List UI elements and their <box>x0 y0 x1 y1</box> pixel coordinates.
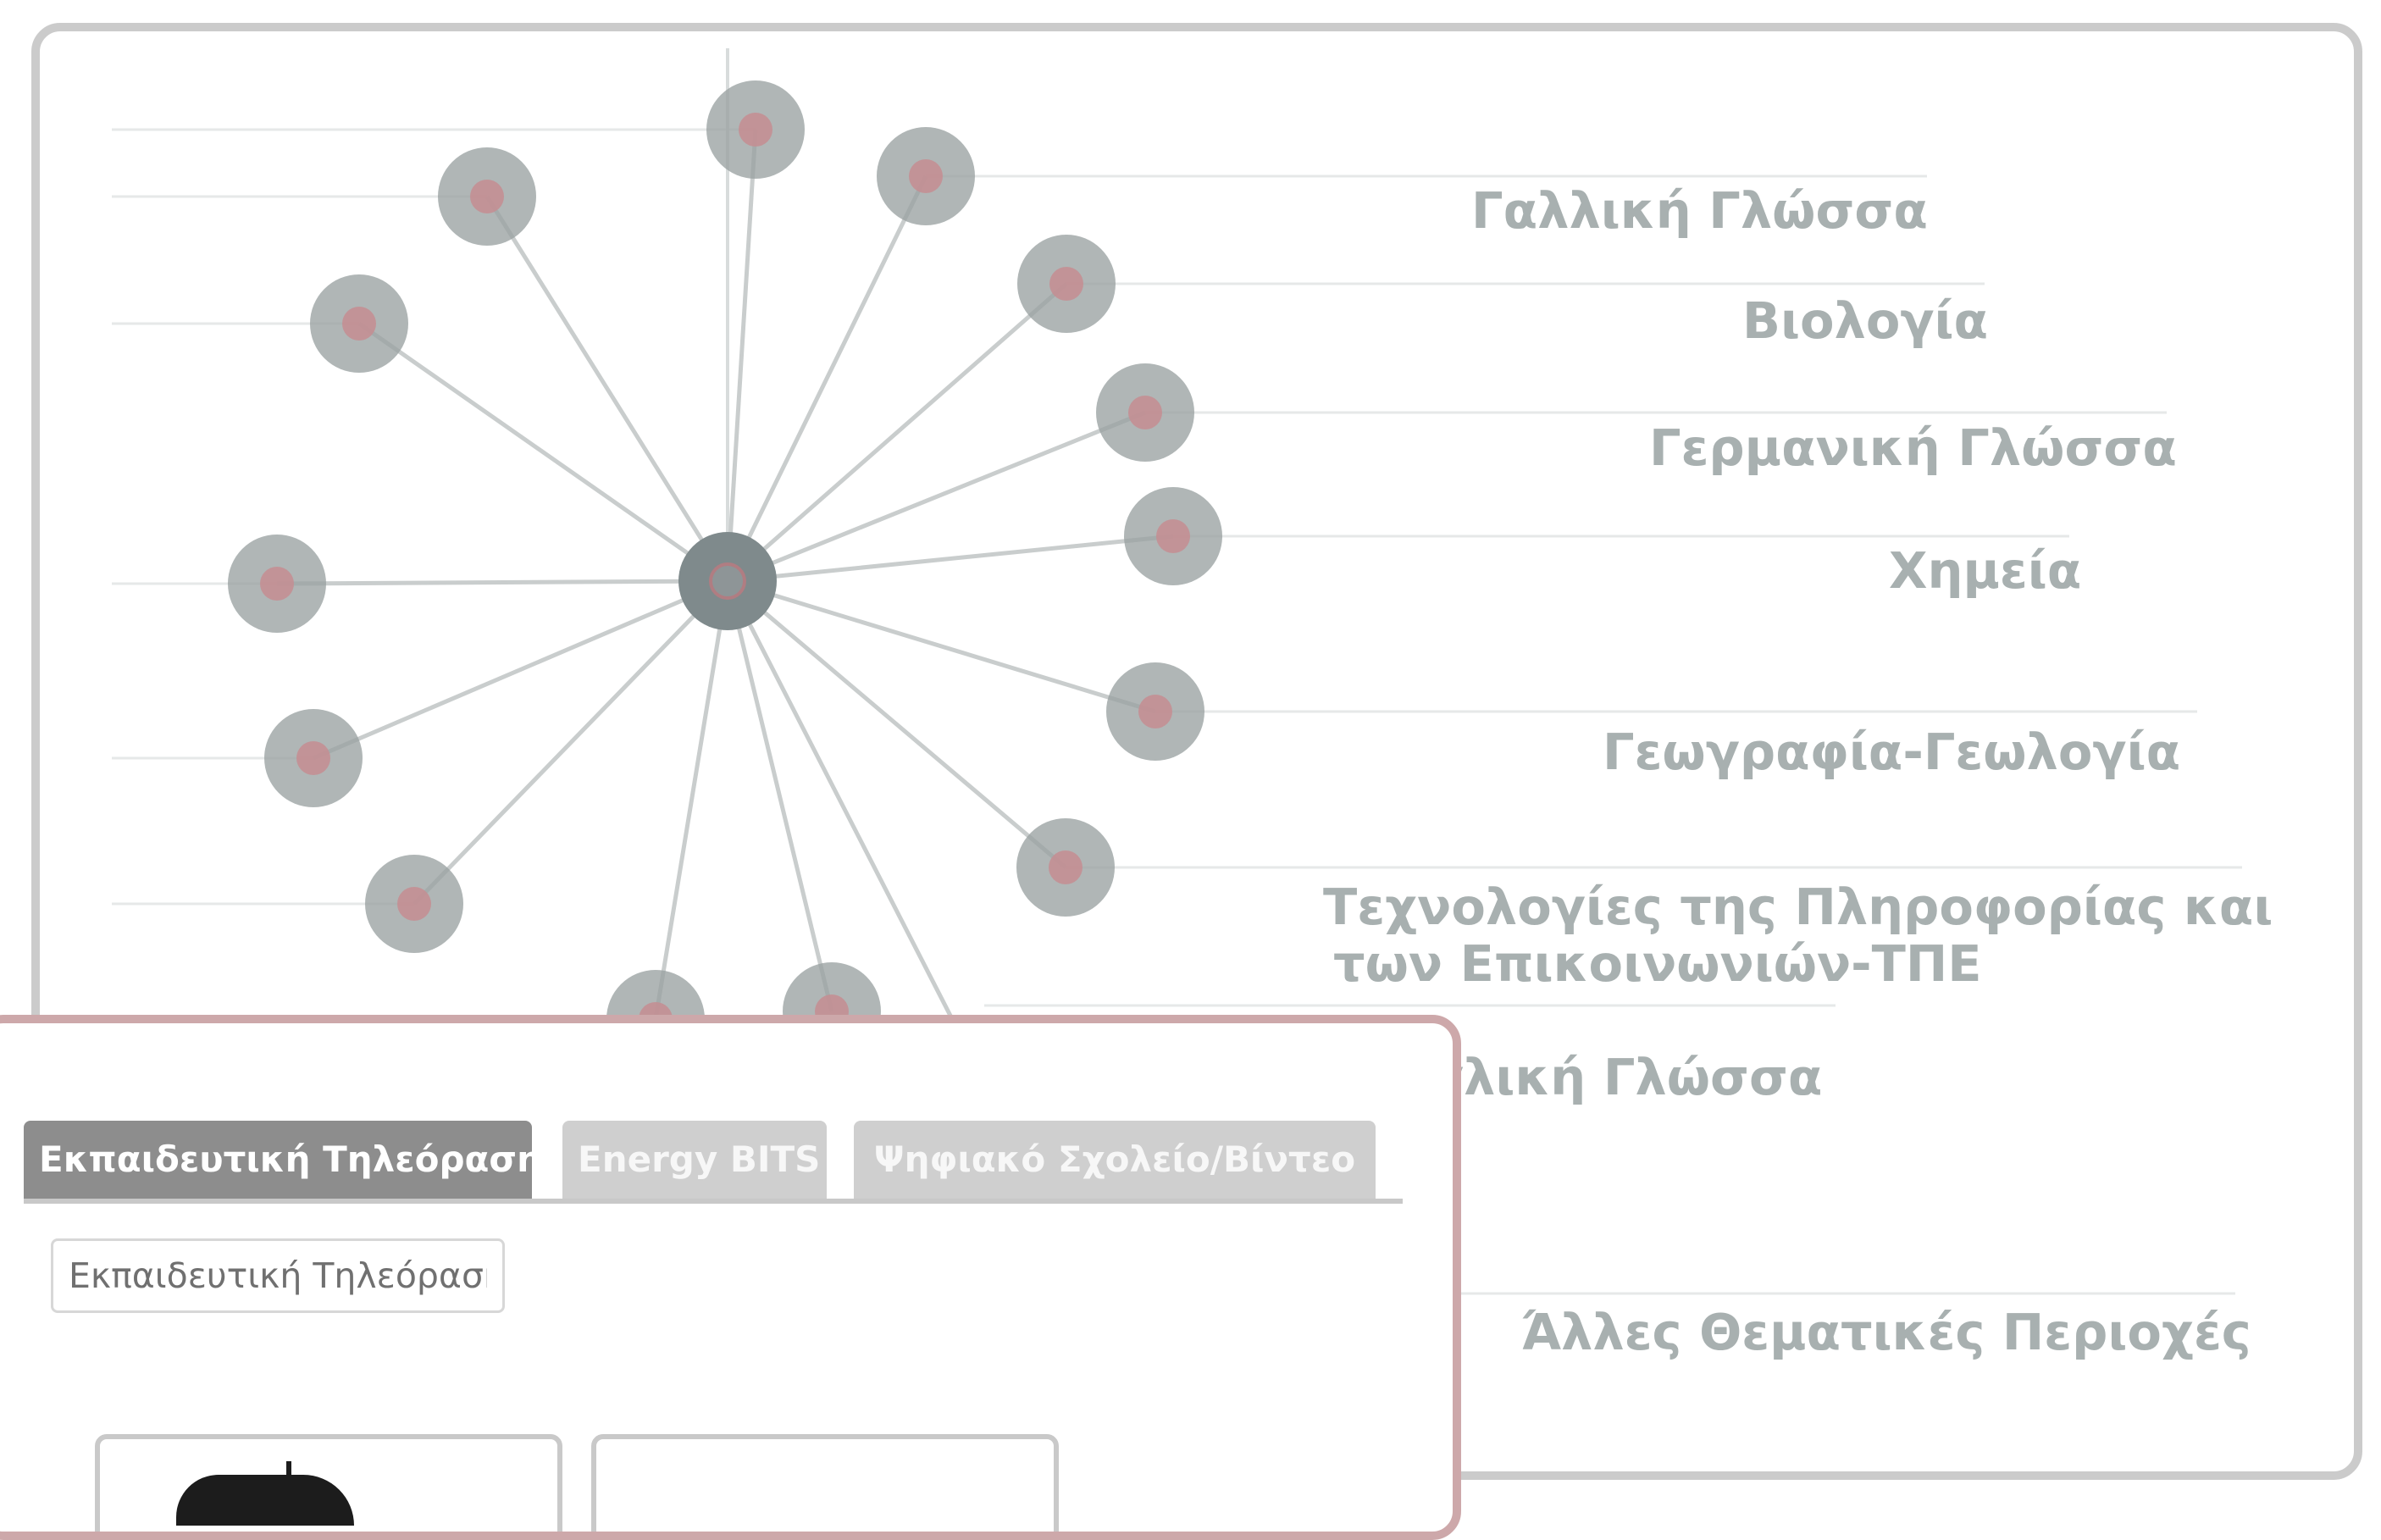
node-german[interactable] <box>1096 363 1194 462</box>
hub-node-center <box>709 562 746 600</box>
spoke-node-upper-left-1 <box>485 195 730 583</box>
subject-label-biology[interactable]: Βιολογία <box>1742 296 1988 346</box>
spoke-node-top <box>725 129 758 582</box>
spoke-node-biology <box>726 282 1068 583</box>
node-biology[interactable] <box>1017 235 1116 333</box>
spoke-node-geography <box>727 579 1156 714</box>
video-thumbnail <box>176 1475 354 1526</box>
node-lower-left-2[interactable] <box>365 855 463 953</box>
spoke-node-ict <box>726 579 1067 869</box>
spoke-node-left <box>276 579 728 586</box>
node-ict[interactable] <box>1016 818 1115 917</box>
subject-label-french[interactable]: Γαλλική Γλώσσα <box>1471 186 1928 235</box>
node-left[interactable] <box>228 535 326 633</box>
node-geography[interactable] <box>1106 662 1204 761</box>
subject-label-chemistry[interactable]: Χημεία <box>1889 546 2081 596</box>
node-top[interactable] <box>706 80 805 179</box>
node-french[interactable] <box>877 127 975 225</box>
tab-energy-bits[interactable]: Energy BITS <box>562 1121 827 1199</box>
subject-label-other-areas[interactable]: Άλλες Θεματικές Περιοχές <box>1521 1307 2251 1357</box>
tab-digital-school-video[interactable]: Ψηφιακό Σχολείο/Βίντεο <box>854 1121 1376 1199</box>
node-upper-left-1[interactable] <box>438 147 536 246</box>
node-chemistry[interactable] <box>1124 487 1222 585</box>
search-input[interactable] <box>51 1238 505 1313</box>
tab-educational-tv[interactable]: Εκπαιδευτική Τηλεόραση <box>24 1121 542 1199</box>
spoke-node-lower-left-1 <box>313 579 728 761</box>
video-card-1[interactable] <box>95 1434 562 1532</box>
spoke-node-upper-left-2 <box>357 321 729 584</box>
node-upper-left-2[interactable] <box>310 274 408 373</box>
video-thumbnail-detail <box>286 1461 291 1482</box>
tab-bar: Εκπαιδευτική Τηλεόραση Energy BITS Ψηφια… <box>24 1121 1403 1204</box>
resource-panel: Εκπαιδευτική Τηλεόραση Energy BITS Ψηφια… <box>0 1015 1461 1540</box>
subject-label-ict-line2[interactable]: των Επικοινωνιών-ΤΠΕ <box>1333 939 1982 989</box>
spoke-node-french <box>725 174 928 583</box>
subject-label-german[interactable]: Γερμανική Γλώσσα <box>1649 423 2177 473</box>
subject-label-geography-geology[interactable]: Γεωγραφία-Γεωλογία <box>1603 727 2180 777</box>
spoke-node-german <box>727 410 1146 584</box>
spoke-node-chemistry <box>727 534 1174 584</box>
node-lower-left-1[interactable] <box>264 709 363 807</box>
spoke-node-bottom-2 <box>725 580 834 1012</box>
subject-label-ict-line1[interactable]: Τεχνολογίες της Πληροφορίας και <box>1323 882 2273 932</box>
video-card-2[interactable] <box>591 1434 1059 1532</box>
